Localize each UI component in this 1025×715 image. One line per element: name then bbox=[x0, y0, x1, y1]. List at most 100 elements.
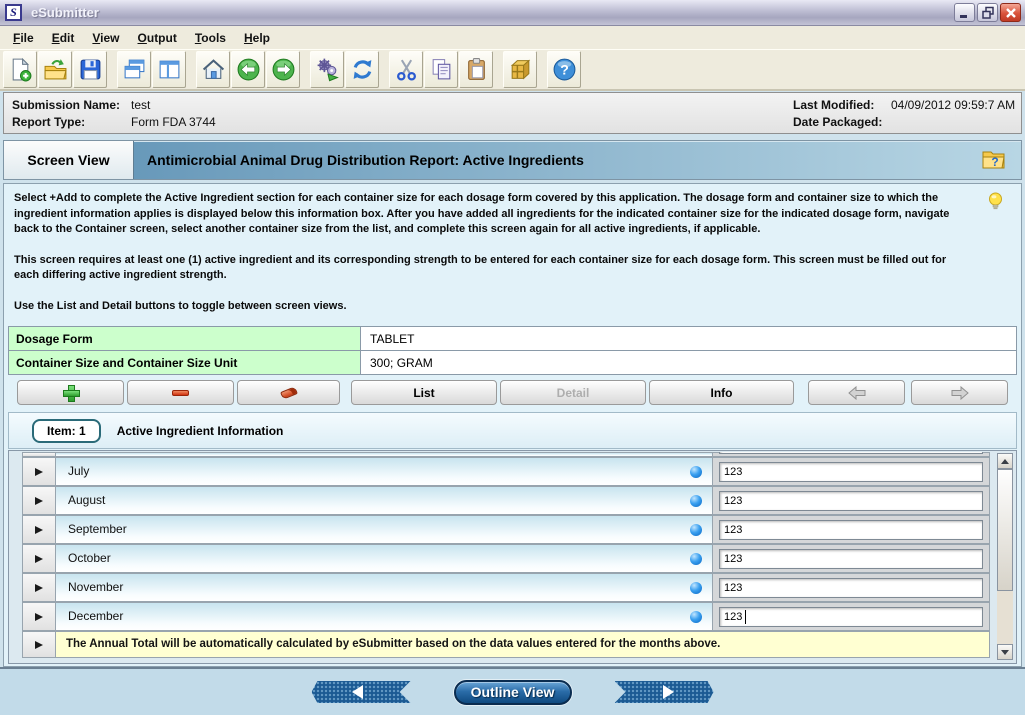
menu-output[interactable]: Output bbox=[129, 28, 186, 48]
nav-arrow-left-icon bbox=[352, 685, 363, 699]
vertical-scrollbar[interactable] bbox=[997, 453, 1013, 660]
back-button[interactable] bbox=[231, 51, 265, 88]
container-size-value: 300; GRAM bbox=[361, 351, 1016, 374]
restore-button[interactable] bbox=[977, 3, 998, 22]
cascade-windows-icon bbox=[122, 57, 147, 82]
minimize-button[interactable] bbox=[954, 3, 975, 22]
svg-text:?: ? bbox=[560, 62, 569, 78]
row-expand-button[interactable] bbox=[22, 515, 56, 544]
info-button[interactable]: Info bbox=[649, 380, 794, 405]
month-value-input[interactable] bbox=[719, 549, 983, 569]
open-button[interactable] bbox=[38, 51, 72, 88]
previous-item-button[interactable] bbox=[808, 380, 905, 405]
menu-tools[interactable]: Tools bbox=[186, 28, 235, 48]
month-value-input[interactable] bbox=[719, 607, 983, 627]
month-label: October bbox=[68, 551, 111, 565]
value-cell bbox=[712, 457, 990, 486]
window-controls bbox=[954, 3, 1021, 22]
cut-button[interactable] bbox=[389, 51, 423, 88]
month-value-input[interactable] bbox=[719, 491, 983, 511]
detail-button[interactable]: Detail bbox=[500, 380, 646, 405]
menu-bar: File Edit View Output Tools Help bbox=[0, 26, 1025, 49]
month-value-input[interactable] bbox=[719, 520, 983, 540]
close-button[interactable] bbox=[1000, 3, 1021, 22]
month-value-input[interactable] bbox=[719, 578, 983, 598]
help-icon: ? bbox=[552, 57, 577, 82]
menu-edit[interactable]: Edit bbox=[43, 28, 84, 48]
value-cell bbox=[712, 486, 990, 515]
scroll-down-button[interactable] bbox=[997, 644, 1013, 660]
toolbar-group-file bbox=[3, 51, 108, 88]
package-icon bbox=[508, 57, 533, 82]
toolbar-group-window bbox=[117, 51, 187, 88]
menu-file[interactable]: File bbox=[4, 28, 43, 48]
footer-nav-bar: Outline View bbox=[0, 667, 1025, 715]
menu-view[interactable]: View bbox=[83, 28, 128, 48]
status-sphere-icon bbox=[690, 495, 702, 507]
status-sphere-icon bbox=[690, 553, 702, 565]
paste-icon bbox=[464, 57, 489, 82]
split-view-button[interactable] bbox=[152, 51, 186, 88]
table-row: Dosage Form TABLET bbox=[8, 326, 1017, 351]
row-arrow-icon bbox=[35, 526, 43, 534]
paste-button[interactable] bbox=[459, 51, 493, 88]
folder-help-button[interactable]: ? bbox=[980, 148, 1007, 175]
month-value-input[interactable] bbox=[719, 462, 983, 482]
instruction-paragraph-3: Use the List and Detail buttons to toggl… bbox=[14, 299, 964, 315]
screen-title-bar: Antimicrobial Animal Drug Distribution R… bbox=[134, 141, 1021, 179]
value-cell bbox=[712, 544, 990, 573]
forward-button[interactable] bbox=[266, 51, 300, 88]
row-expand-button[interactable] bbox=[22, 631, 56, 658]
row-arrow-icon bbox=[35, 497, 43, 505]
row-expand-button[interactable] bbox=[22, 573, 56, 602]
screen-title: Antimicrobial Animal Drug Distribution R… bbox=[147, 152, 584, 168]
cascade-windows-button[interactable] bbox=[117, 51, 151, 88]
menu-help[interactable]: Help bbox=[235, 28, 279, 48]
package-button[interactable] bbox=[503, 51, 537, 88]
remove-button[interactable] bbox=[127, 380, 234, 405]
row-expand-button[interactable] bbox=[22, 544, 56, 573]
split-view-icon bbox=[157, 57, 182, 82]
next-item-button[interactable] bbox=[911, 380, 1008, 405]
new-document-button[interactable] bbox=[3, 51, 37, 88]
title-bar[interactable]: S eSubmitter bbox=[0, 0, 1025, 26]
arrow-right-icon bbox=[951, 386, 969, 400]
home-button[interactable] bbox=[196, 51, 230, 88]
run-process-button[interactable] bbox=[310, 51, 344, 88]
row-expand-button[interactable] bbox=[22, 602, 56, 631]
cut-icon bbox=[394, 57, 419, 82]
table-row: Container Size and Container Size Unit 3… bbox=[8, 350, 1017, 375]
scroll-up-button[interactable] bbox=[997, 453, 1013, 469]
save-icon bbox=[78, 57, 103, 82]
ingredient-list-panel: July August September October November D… bbox=[8, 450, 1017, 664]
status-sphere-icon bbox=[690, 611, 702, 623]
copy-icon bbox=[429, 57, 454, 82]
list-row-july: July bbox=[22, 457, 990, 486]
item-header-strip: Item: 1 Active Ingredient Information bbox=[8, 412, 1017, 449]
month-cell: July bbox=[55, 457, 713, 486]
copy-button[interactable] bbox=[424, 51, 458, 88]
svg-text:?: ? bbox=[991, 155, 998, 169]
save-button[interactable] bbox=[73, 51, 107, 88]
nav-arrow-right-icon bbox=[663, 685, 674, 699]
value-cell bbox=[712, 515, 990, 544]
value-cell bbox=[712, 602, 990, 631]
refresh-button[interactable] bbox=[345, 51, 379, 88]
last-modified-label: Last Modified: bbox=[793, 98, 874, 112]
scrollbar-thumb[interactable] bbox=[997, 469, 1013, 591]
help-button[interactable]: ? bbox=[547, 51, 581, 88]
report-type-label: Report Type: bbox=[12, 115, 85, 129]
status-sphere-icon bbox=[690, 466, 702, 478]
restore-icon bbox=[981, 6, 995, 19]
add-button[interactable] bbox=[17, 380, 124, 405]
month-value-input[interactable] bbox=[719, 452, 983, 454]
outline-view-button[interactable]: Outline View bbox=[454, 680, 572, 705]
next-screen-button[interactable] bbox=[615, 681, 714, 703]
forward-icon bbox=[271, 57, 296, 82]
container-size-label: Container Size and Container Size Unit bbox=[9, 351, 361, 374]
previous-screen-button[interactable] bbox=[312, 681, 411, 703]
row-expand-button[interactable] bbox=[22, 486, 56, 515]
list-button[interactable]: List bbox=[351, 380, 497, 405]
remove-all-button[interactable] bbox=[237, 380, 340, 405]
row-expand-button[interactable] bbox=[22, 457, 56, 486]
